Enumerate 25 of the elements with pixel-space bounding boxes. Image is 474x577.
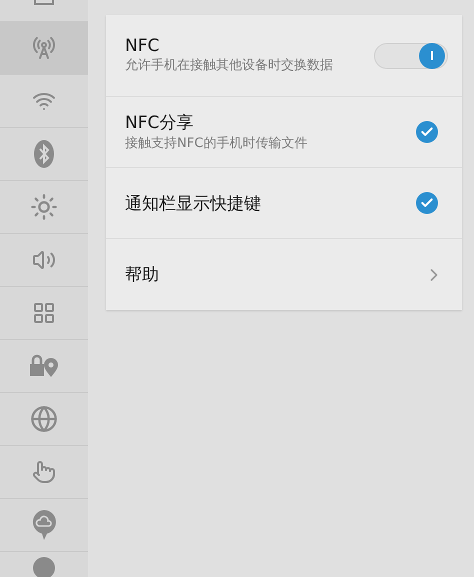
antenna-icon: [32, 36, 56, 60]
hand-icon: [32, 460, 56, 484]
sidebar-item[interactable]: [0, 22, 88, 75]
checkmark-icon: [420, 125, 434, 139]
brightness-icon: [30, 193, 58, 221]
nfc-switch[interactable]: [374, 42, 448, 68]
checkmark-icon: [420, 196, 434, 210]
settings-row[interactable]: 帮助: [106, 239, 462, 310]
settings-row[interactable]: NFC分享 接触支持NFC的手机时传输文件: [106, 97, 462, 168]
setting-title: NFC: [125, 36, 160, 56]
setting-title: 帮助: [125, 264, 160, 286]
setting-title: NFC分享: [125, 112, 194, 134]
checkbox[interactable]: [416, 121, 438, 143]
bluetooth-icon: [33, 139, 55, 169]
setting-description: 接触支持NFC的手机时传输文件: [125, 136, 308, 153]
setting-description: 允许手机在接触其他设备时交换数据: [125, 58, 334, 75]
speaker-icon: [32, 248, 56, 272]
settings-row[interactable]: NFC 允许手机在接触其他设备时交换数据: [106, 15, 462, 97]
cloud-icon: [31, 509, 57, 541]
globe-icon: [30, 405, 58, 433]
settings-row[interactable]: 通知栏显示快捷键: [106, 168, 462, 239]
grid-icon: [32, 301, 56, 325]
lock-location-icon: [29, 354, 59, 378]
setting-title: 通知栏显示快捷键: [125, 192, 262, 214]
checkbox[interactable]: [416, 192, 438, 214]
